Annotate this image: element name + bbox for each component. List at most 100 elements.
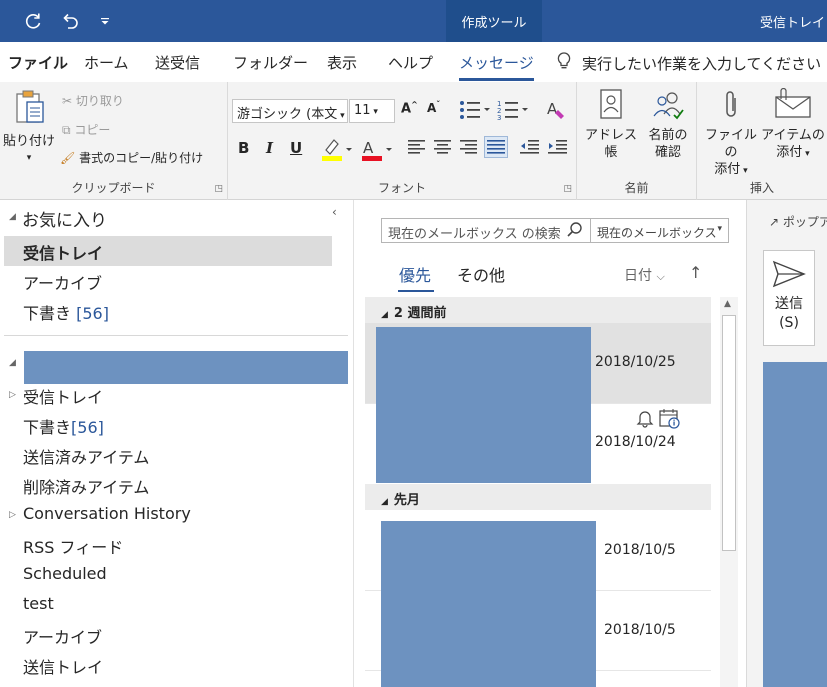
collapse-pane-icon[interactable]: ‹ (332, 205, 337, 219)
font-size-combo[interactable]: 11 ▾ (349, 99, 395, 123)
send-label: 送信 (775, 296, 803, 312)
folder-scheduled[interactable]: Scheduled (23, 564, 107, 583)
address-book-button[interactable]: アドレス帳 (581, 88, 641, 161)
shrink-font-icon[interactable]: Aˇ (427, 100, 440, 115)
folder-test[interactable]: test (23, 594, 54, 613)
folder-inbox[interactable]: 受信トレイ (23, 384, 103, 408)
names-group-label: 名前 (624, 181, 649, 195)
envelope-attach-icon (773, 87, 813, 126)
cut-button[interactable]: ✂ 切り取り (62, 92, 124, 109)
tab-focused-label: 優先 (399, 266, 432, 285)
attach-item-label-2: 添付 (776, 145, 803, 160)
tell-me-box[interactable]: 実行したい作業を入力してください (556, 51, 821, 75)
scrollbar-thumb[interactable] (722, 315, 736, 551)
tab-home[interactable]: ホーム (84, 52, 129, 73)
tab-folder[interactable]: フォルダー (233, 52, 308, 73)
bullets-icon[interactable] (458, 98, 492, 126)
folder-drafts[interactable]: 下書き[56] (23, 414, 104, 438)
svg-text:A: A (363, 139, 374, 157)
group-header-last-month[interactable]: ◢ 先月 (365, 484, 711, 510)
folder-label: RSS フィード (23, 538, 124, 557)
search-scope-dropdown[interactable]: 現在のメールボックス ▾ (591, 218, 729, 243)
group-header-two-weeks[interactable]: ◢ 2 週間前 (365, 297, 711, 323)
dialog-launcher-icon[interactable]: ◳ (214, 184, 223, 194)
scope-value: 現在のメールボックス (597, 226, 717, 240)
collapse-favorites-icon[interactable]: ◢ (9, 212, 16, 222)
tab-send-receive[interactable]: 送受信 (155, 52, 200, 73)
clipboard-icon (11, 90, 47, 132)
group-clipboard: 貼り付け ▾ ✂ 切り取り ⧉ コピー 🖌 書式のコピー/貼り付け クリップボー… (0, 82, 228, 200)
check-names-button[interactable]: 名前の 確認 (641, 88, 695, 161)
window-title: 受信トレイ (760, 16, 826, 31)
numbering-icon[interactable]: 123 (496, 98, 530, 126)
font-name-value: 游ゴシック (本文 (237, 107, 338, 122)
folder-conversation-history[interactable]: Conversation History (23, 504, 191, 523)
grow-font-icon[interactable]: A^ (401, 100, 418, 116)
align-right-icon[interactable] (460, 139, 478, 159)
tab-focused[interactable]: 優先 (399, 262, 431, 286)
format-painter-button[interactable]: 🖌 書式のコピー/貼り付け (60, 149, 203, 166)
search-input[interactable]: 現在のメールボックス の検索 (381, 218, 591, 243)
folder-archive[interactable]: アーカイブ (23, 624, 102, 648)
copy-button[interactable]: ⧉ コピー (62, 121, 110, 138)
refresh-icon[interactable] (21, 9, 45, 33)
folder-sent-items[interactable]: 送信済みアイテム (23, 444, 149, 468)
address-book-icon (596, 89, 626, 126)
message-date: 2018/10/5 (604, 542, 676, 558)
justify-icon[interactable] (484, 136, 508, 158)
folder-label: Conversation History (23, 504, 191, 523)
favorite-inbox[interactable]: 受信トレイ (23, 240, 103, 264)
sort-direction-icon[interactable]: ↑ (689, 263, 702, 282)
align-center-icon[interactable] (434, 139, 452, 159)
favorite-archive[interactable]: アーカイブ (23, 270, 102, 294)
message-date: 2018/10/25 (595, 354, 676, 370)
highlight-button[interactable] (320, 136, 354, 166)
format-painter-label: 書式のコピー/貼り付け (79, 151, 204, 165)
dialog-launcher-icon[interactable]: ◳ (563, 184, 572, 194)
popout-icon: ↗ (769, 215, 780, 229)
account-name-redacted[interactable] (24, 351, 348, 384)
italic-button[interactable]: I (266, 139, 273, 157)
clear-formatting-icon[interactable]: A (546, 98, 568, 126)
favorite-drafts[interactable]: 下書き [56] (23, 300, 109, 324)
search-icon[interactable] (566, 221, 584, 243)
increase-indent-icon[interactable] (548, 139, 568, 159)
expand-inbox-icon[interactable]: ▷ (9, 390, 16, 400)
attach-item-button[interactable]: アイテムの 添付 ▾ (761, 87, 825, 163)
customize-dropdown-icon[interactable] (93, 9, 117, 33)
decrease-indent-icon[interactable] (520, 139, 540, 159)
ribbon: 貼り付け ▾ ✂ 切り取り ⧉ コピー 🖌 書式のコピー/貼り付け クリップボー… (0, 82, 827, 200)
folder-rss-feeds[interactable]: RSS フィード (23, 534, 123, 558)
paste-button[interactable]: 貼り付け ▾ (2, 88, 56, 167)
scroll-up-icon[interactable]: ▲ (724, 299, 731, 309)
popout-label: ポップアウト (782, 215, 827, 229)
folder-label: アーカイブ (23, 274, 103, 293)
svg-text:A: A (547, 100, 558, 118)
tab-help[interactable]: ヘルプ (388, 52, 433, 73)
send-button[interactable]: 送信 (S) (763, 250, 815, 346)
popout-button[interactable]: ↗ ポップアウト (769, 213, 827, 230)
svg-text:3: 3 (497, 114, 501, 122)
tab-other[interactable]: その他 (457, 262, 505, 286)
bold-button[interactable]: B (238, 139, 249, 157)
collapse-group-icon: ◢ (381, 310, 388, 320)
tab-file[interactable]: ファイル (8, 52, 68, 73)
underline-button[interactable]: U (290, 139, 302, 157)
scrollbar[interactable]: ▲ (720, 297, 738, 687)
align-left-icon[interactable] (408, 139, 426, 159)
tab-view[interactable]: 表示 (327, 52, 357, 73)
expand-conversation-history-icon[interactable]: ▷ (9, 510, 16, 520)
divider (4, 335, 348, 336)
folder-outbox[interactable]: 送信トレイ (23, 654, 103, 678)
tab-message[interactable]: メッセージ (459, 52, 534, 81)
font-name-combo[interactable]: 游ゴシック (本文 ▾ (232, 99, 348, 123)
favorites-header[interactable]: お気に入り (22, 206, 107, 231)
reading-pane: ↗ ポップアウト 送信 (S) (746, 200, 827, 687)
undo-icon[interactable] (58, 9, 82, 33)
folder-deleted-items[interactable]: 削除済みアイテム (23, 474, 149, 498)
title-bar: 作成ツール 受信トレイ (0, 0, 827, 42)
collapse-account-icon[interactable]: ◢ (9, 358, 16, 368)
sort-by-date[interactable]: 日付 ⌵ (624, 265, 665, 285)
attach-file-button[interactable]: ファイルの 添付 ▾ (701, 88, 761, 180)
font-color-button[interactable]: A (360, 136, 394, 166)
